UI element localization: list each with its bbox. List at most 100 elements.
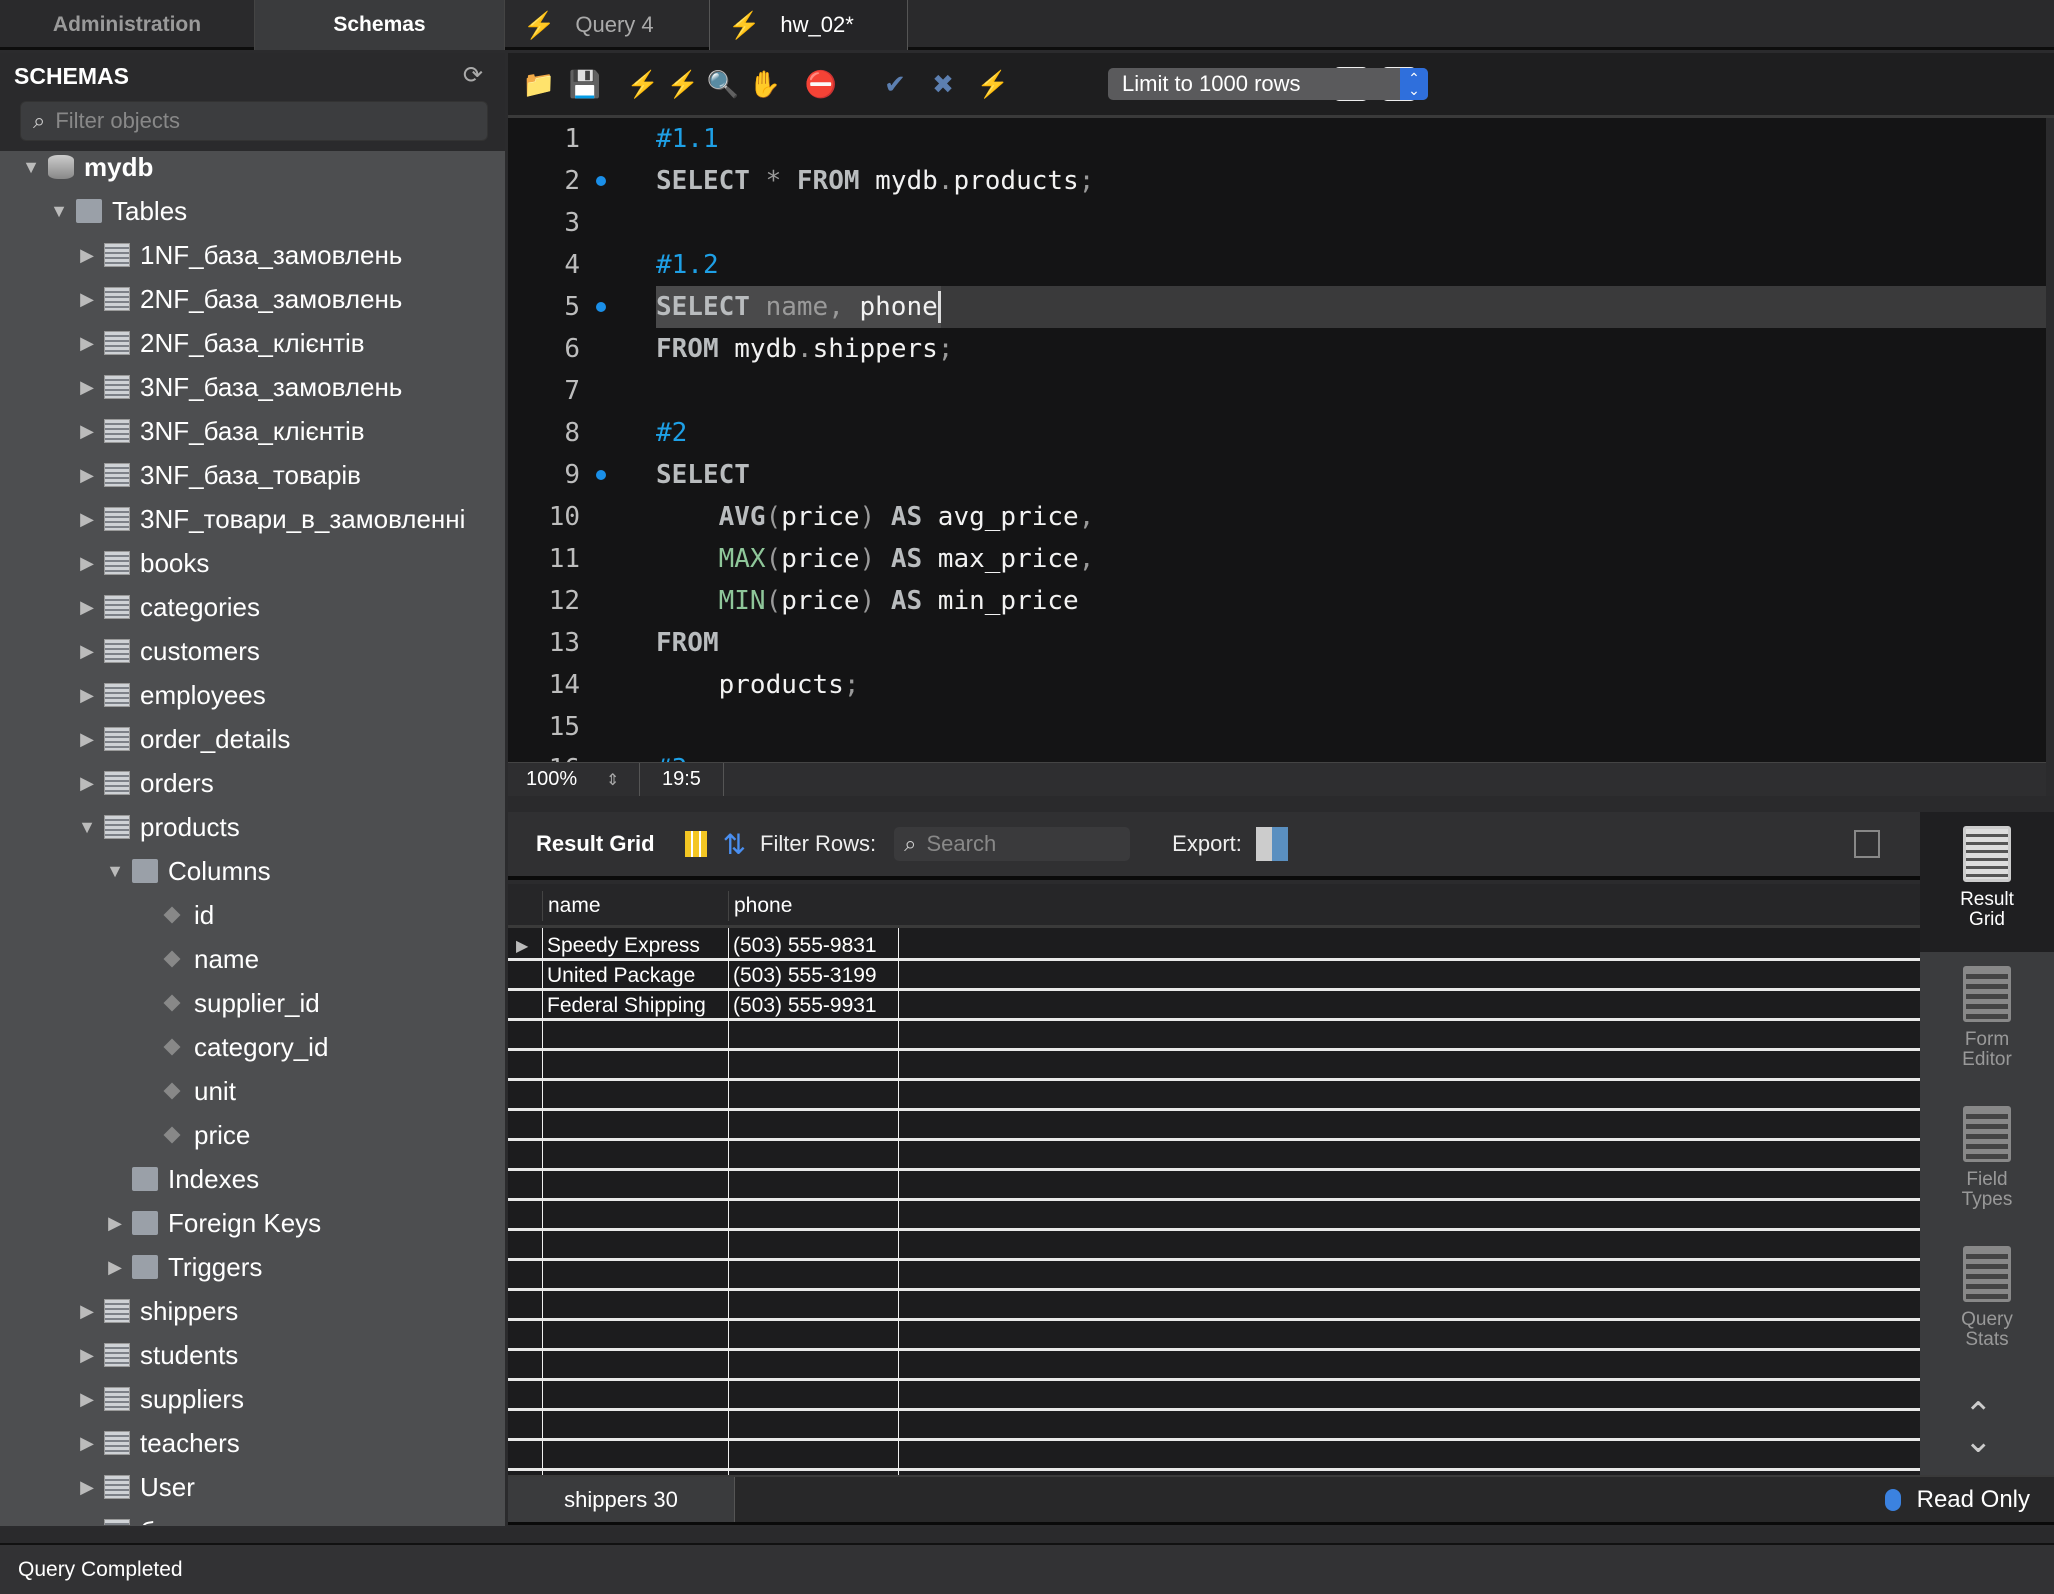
table-row[interactable]: Federal Shipping (503) 555-9931: [508, 991, 1920, 1021]
chevron-right-icon[interactable]: ▶: [76, 1477, 98, 1498]
chevron-right-icon[interactable]: ▶: [76, 333, 98, 354]
chevron-right-icon[interactable]: ▶: [76, 421, 98, 442]
table-row[interactable]: [508, 1411, 1920, 1441]
filter-rows-search[interactable]: ⌕ Search: [894, 827, 1131, 861]
columns-icon[interactable]: [684, 831, 707, 857]
side-button-form-editor[interactable]: Form Editor: [1920, 952, 2054, 1092]
table-row[interactable]: [508, 1201, 1920, 1231]
column-header-phone[interactable]: phone: [728, 891, 898, 921]
table-row[interactable]: [508, 1141, 1920, 1171]
table-row[interactable]: [508, 1291, 1920, 1321]
chevron-right-icon[interactable]: ▶: [104, 1257, 126, 1278]
sql-editor[interactable]: 1 #1.1 2 SELECT * FROM mydb. products; 3 4 #1.2…: [508, 118, 2046, 762]
chevron-right-icon[interactable]: ▶: [76, 1301, 98, 1322]
side-button-field-types[interactable]: Field Types: [1920, 1092, 2054, 1232]
tree-item[interactable]: category_id: [132, 1025, 328, 1069]
chevron-down-icon[interactable]: ▼: [104, 861, 126, 882]
table-row[interactable]: [508, 1231, 1920, 1261]
tree-item[interactable]: ▶ User: [76, 1465, 195, 1509]
tree-item[interactable]: ▶ 2NF_база_клієнтів: [76, 321, 365, 365]
table-row[interactable]: [508, 1171, 1920, 1201]
chevron-right-icon[interactable]: ▶: [104, 1213, 126, 1234]
tree-item[interactable]: ▶ teachers: [76, 1421, 240, 1465]
tree-item[interactable]: id: [132, 893, 214, 937]
query-tab-query-4[interactable]: ⚡ Query 4: [505, 0, 710, 50]
tree-item[interactable]: ▶ 3NF_товари_в_замовленні: [76, 497, 465, 541]
result-grid[interactable]: name phone ▶ Speedy Express (503) 555-9831 U…: [508, 884, 1920, 1475]
splitter[interactable]: [0, 1528, 2054, 1545]
tree-item[interactable]: Indexes: [104, 1157, 259, 1201]
chevron-right-icon[interactable]: ▶: [76, 1521, 98, 1526]
chevron-right-icon[interactable]: ▶: [76, 641, 98, 662]
execute-current-icon[interactable]: ⚡: [666, 67, 700, 101]
tree-item[interactable]: ▶ customers: [76, 629, 260, 673]
tree-item[interactable]: price: [132, 1113, 250, 1157]
tree-item[interactable]: ▶ students: [76, 1333, 238, 1377]
tree-item[interactable]: name: [132, 937, 259, 981]
tree-item[interactable]: ▶ employees: [76, 673, 266, 717]
cell-name[interactable]: Federal Shipping: [542, 991, 706, 1021]
tree-item[interactable]: ▶ база_замовлень: [76, 1509, 339, 1525]
tree-item[interactable]: ▶ suppliers: [76, 1377, 244, 1421]
tree-item[interactable]: unit: [132, 1069, 236, 1113]
chevron-down-icon[interactable]: ▼: [48, 201, 70, 222]
side-button-query-stats[interactable]: Query Stats: [1920, 1232, 2054, 1372]
tree-item[interactable]: ▶ order_details: [76, 717, 290, 761]
explain-icon[interactable]: 🔍: [706, 67, 740, 101]
save-icon[interactable]: 💾: [568, 67, 602, 101]
chevron-right-icon[interactable]: ▶: [76, 1345, 98, 1366]
commit-icon[interactable]: ✔: [878, 67, 912, 101]
chevron-right-icon[interactable]: ▶: [76, 1389, 98, 1410]
tree-item[interactable]: ▶ books: [76, 541, 209, 585]
chevron-right-icon[interactable]: ▶: [76, 465, 98, 486]
table-row[interactable]: United Package (503) 555-3199: [508, 961, 1920, 991]
tree-item[interactable]: ▶ 1NF_база_замовлень: [76, 233, 402, 277]
chevron-right-icon[interactable]: ▶: [76, 509, 98, 530]
tree-item[interactable]: ▶ shippers: [76, 1289, 238, 1333]
tree-item[interactable]: ▶ orders: [76, 761, 214, 805]
tab-schemas[interactable]: Schemas: [255, 0, 505, 50]
table-row[interactable]: [508, 1381, 1920, 1411]
filter-objects-input[interactable]: ⌕ Filter objects: [20, 101, 488, 141]
chevron-down-icon[interactable]: ▼: [20, 157, 42, 178]
tree-item[interactable]: ▼ Tables: [48, 189, 187, 233]
cell-phone[interactable]: (503) 555-9831: [728, 931, 877, 961]
autocommit-icon[interactable]: ⚡: [976, 67, 1010, 101]
scroll-updown-icon[interactable]: ⌃ ⌄: [1964, 1398, 1993, 1458]
table-row[interactable]: [508, 1321, 1920, 1351]
chevron-down-icon[interactable]: ▼: [76, 817, 98, 838]
zoom-stepper[interactable]: ⇕: [606, 762, 640, 797]
rollback-icon[interactable]: ✖: [926, 67, 960, 101]
toggle-panel-icon[interactable]: [1854, 830, 1880, 858]
tree-item[interactable]: ▼ products: [76, 805, 240, 849]
cell-phone[interactable]: (503) 555-9931: [728, 991, 877, 1021]
chevron-right-icon[interactable]: ▶: [76, 729, 98, 750]
cell-name[interactable]: United Package: [542, 961, 695, 991]
execute-icon[interactable]: ⚡: [626, 67, 660, 101]
export-icon[interactable]: [1255, 827, 1288, 861]
column-header-name[interactable]: name: [542, 891, 728, 921]
chevron-right-icon[interactable]: ▶: [76, 1433, 98, 1454]
chevron-right-icon[interactable]: ▶: [76, 553, 98, 574]
cell-phone[interactable]: (503) 555-3199: [728, 961, 877, 991]
refresh-icon[interactable]: ⇅: [723, 828, 746, 861]
tree-item[interactable]: supplier_id: [132, 981, 320, 1025]
table-row[interactable]: [508, 1081, 1920, 1111]
table-row[interactable]: [508, 1021, 1920, 1051]
tree-item[interactable]: ▼ mydb: [20, 145, 153, 189]
chevron-right-icon[interactable]: ▶: [76, 377, 98, 398]
tree-item[interactable]: ▶ 3NF_база_товарів: [76, 453, 361, 497]
chevron-right-icon[interactable]: ▶: [76, 597, 98, 618]
cell-name[interactable]: Speedy Express: [542, 931, 700, 961]
tree-item[interactable]: ▼ Columns: [104, 849, 271, 893]
splitter[interactable]: [508, 796, 2054, 812]
limit-rows-select[interactable]: Limit to 1000 rows ⌃ ⌄: [1108, 68, 1428, 100]
chevron-right-icon[interactable]: ▶: [76, 685, 98, 706]
tree-item[interactable]: ▶ Foreign Keys: [104, 1201, 321, 1245]
open-folder-icon[interactable]: 📁: [522, 67, 556, 101]
tree-item[interactable]: ▶ 3NF_база_клієнтів: [76, 409, 365, 453]
chevron-right-icon[interactable]: ▶: [76, 773, 98, 794]
toggle-error-stop-icon[interactable]: ⛔: [804, 67, 838, 101]
table-row[interactable]: [508, 1051, 1920, 1081]
chevron-right-icon[interactable]: ▶: [76, 245, 98, 266]
